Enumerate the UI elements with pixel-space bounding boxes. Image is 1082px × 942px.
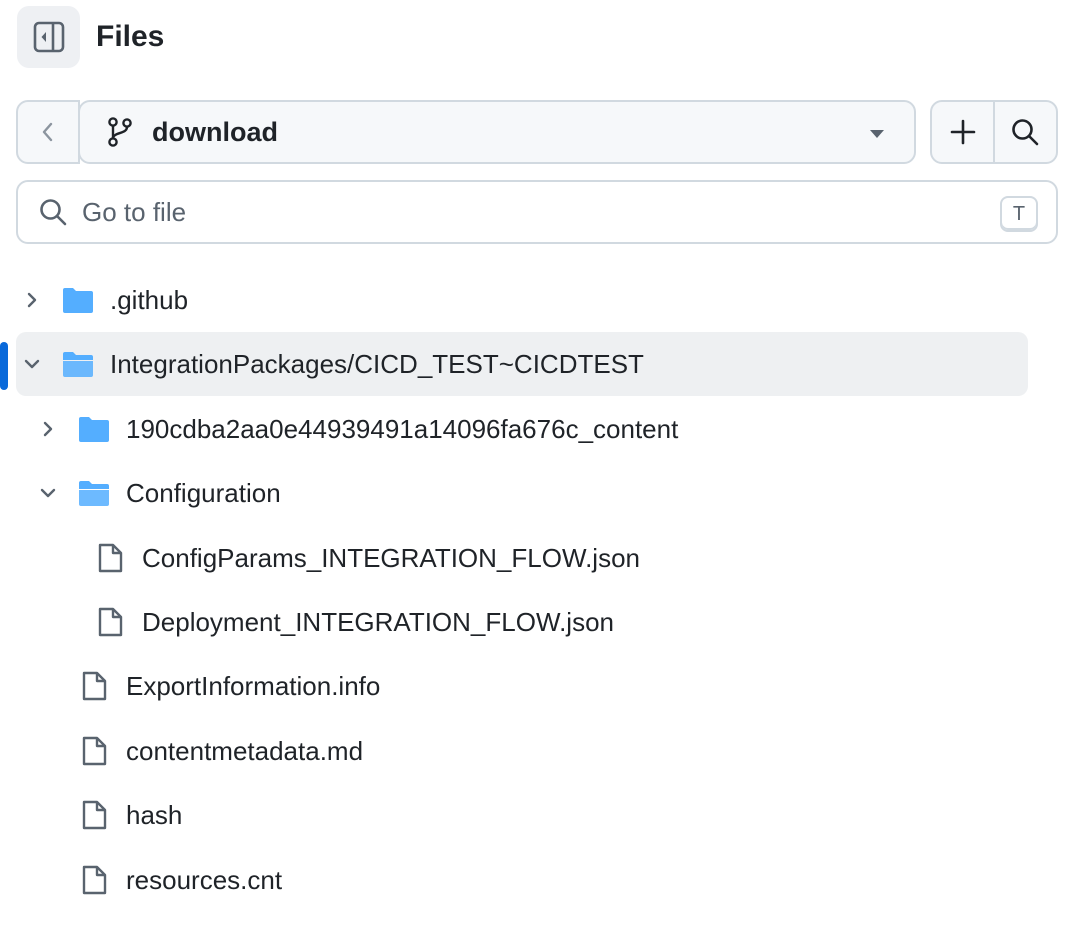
back-button[interactable] bbox=[16, 100, 80, 164]
folder-icon bbox=[60, 282, 96, 318]
caret-down-icon bbox=[868, 128, 886, 140]
go-to-file-input[interactable] bbox=[82, 196, 962, 228]
file-icon bbox=[76, 733, 112, 769]
tree-item-label: IntegrationPackages/CICD_TEST~CICDTEST bbox=[110, 348, 644, 379]
tree-item-contentmetadata-md[interactable]: contentmetadata.md bbox=[32, 719, 363, 783]
tree-item-deployment-integration-flow-json[interactable]: Deployment_INTEGRATION_FLOW.json bbox=[48, 590, 614, 654]
file-icon bbox=[92, 540, 128, 576]
tree-item-configparams-integration-flow-json[interactable]: ConfigParams_INTEGRATION_FLOW.json bbox=[48, 526, 640, 590]
tree-item-label: ConfigParams_INTEGRATION_FLOW.json bbox=[142, 542, 640, 573]
branch-row: download bbox=[16, 100, 1058, 164]
tree-item-integrationpackages-cicd-test-cicdtest[interactable]: IntegrationPackages/CICD_TEST~CICDTEST bbox=[16, 332, 1028, 396]
panel-title: Files bbox=[96, 20, 165, 53]
panel-header: Files bbox=[17, 6, 164, 68]
git-branch-icon bbox=[106, 116, 134, 148]
chevron-down-icon[interactable] bbox=[16, 348, 48, 380]
folder-icon bbox=[76, 411, 112, 447]
files-panel: Files download Go to file T .github Inte… bbox=[0, 0, 1082, 942]
tree-item-label: Configuration bbox=[126, 477, 281, 508]
file-icon bbox=[76, 862, 112, 898]
search-code-button[interactable] bbox=[995, 102, 1056, 162]
tree-item-resources-cnt[interactable]: resources.cnt bbox=[32, 848, 282, 912]
chevron-left-icon bbox=[42, 122, 53, 142]
tree-item-label: 190cdba2aa0e44939491a14096fa676c_content bbox=[126, 413, 679, 444]
chevron-right-icon[interactable] bbox=[16, 284, 48, 316]
file-icon bbox=[92, 604, 128, 640]
tree-item-label: hash bbox=[126, 799, 183, 830]
search-icon bbox=[1012, 119, 1039, 146]
tree-item-label: ExportInformation.info bbox=[126, 670, 381, 701]
action-button-group bbox=[930, 100, 1058, 164]
file-icon bbox=[76, 797, 112, 833]
search-icon bbox=[38, 197, 68, 227]
tree-item-hash[interactable]: hash bbox=[32, 783, 182, 847]
go-to-file-box: T bbox=[16, 180, 1058, 244]
branch-selector[interactable]: download bbox=[78, 100, 916, 164]
tree-item-exportinformation-info[interactable]: ExportInformation.info bbox=[32, 654, 380, 718]
keyboard-shortcut-badge: T bbox=[1000, 196, 1038, 232]
sidebar-collapse-icon bbox=[33, 21, 64, 53]
branch-name: download bbox=[152, 116, 278, 147]
chevron-right-icon[interactable] bbox=[32, 413, 64, 445]
plus-icon bbox=[950, 119, 975, 145]
tree-item-190cdba2aa0e44939491a14096fa676c-content[interactable]: 190cdba2aa0e44939491a14096fa676c_content bbox=[32, 397, 678, 461]
chevron-down-icon[interactable] bbox=[32, 477, 64, 509]
tree-item-github[interactable]: .github bbox=[16, 268, 188, 332]
tree-item-label: contentmetadata.md bbox=[126, 735, 364, 766]
tree-item-label: Deployment_INTEGRATION_FLOW.json bbox=[142, 606, 614, 637]
add-file-button[interactable] bbox=[932, 102, 993, 162]
file-icon bbox=[76, 668, 112, 704]
folder-open-icon bbox=[60, 346, 96, 382]
tree-item-label: .github bbox=[110, 284, 189, 315]
active-item-indicator bbox=[0, 342, 8, 390]
folder-open-icon bbox=[76, 475, 112, 511]
sidebar-toggle-button[interactable] bbox=[17, 6, 80, 68]
tree-item-label: resources.cnt bbox=[126, 864, 283, 895]
tree-item-configuration[interactable]: Configuration bbox=[32, 461, 281, 525]
